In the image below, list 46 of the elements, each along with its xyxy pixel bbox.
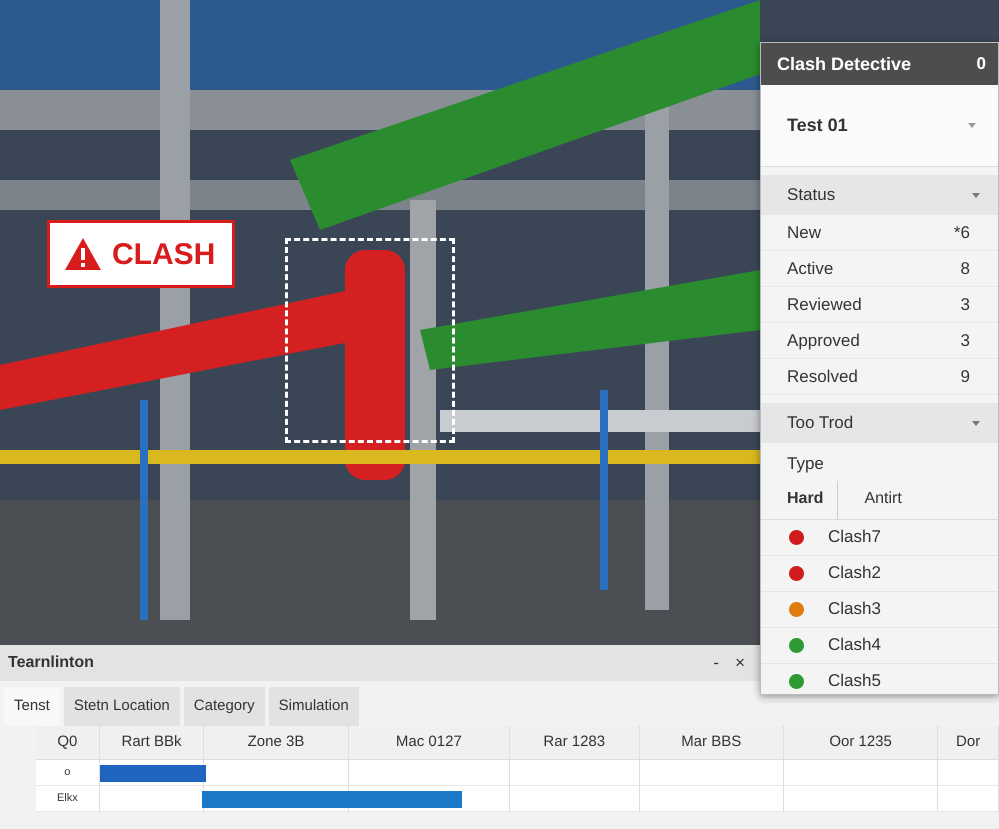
status-count: 3 (960, 330, 970, 352)
column-header: Mar BBS (640, 726, 784, 758)
row-label: Elkx (36, 786, 100, 810)
column-header: Q0 (36, 726, 100, 758)
section-title: Status (787, 184, 836, 206)
minimize-button[interactable]: - (709, 650, 724, 676)
type-tab[interactable]: Antirt (838, 480, 916, 518)
timeline-tab[interactable]: Stetn Location (64, 687, 180, 726)
caret-icon (968, 123, 976, 128)
column-header: Zone 3B (204, 726, 349, 758)
column-header: Oor 1235 (784, 726, 938, 758)
panel-title: Clash Detective (777, 52, 912, 76)
panel-button[interactable]: 0 (972, 51, 990, 77)
type-label: Type (786, 453, 825, 475)
test-dropdown[interactable]: Test 01 (761, 85, 998, 167)
timeline-tab[interactable]: Tenst (4, 687, 60, 726)
clash-item[interactable]: Clash2 (761, 556, 998, 592)
clash-item[interactable]: Clash5 (761, 664, 998, 700)
clash-item[interactable]: Clash4 (761, 628, 998, 664)
section-header[interactable]: Status (761, 175, 998, 215)
warning-icon (64, 237, 102, 271)
status-label: Reviewed (787, 294, 862, 316)
timeline-tab[interactable]: Simulation (268, 687, 359, 726)
caret-icon (972, 420, 980, 426)
section-title: Too Trod (787, 412, 854, 434)
clash-item[interactable]: Clash3 (761, 592, 998, 628)
type-tab[interactable]: Hard (761, 480, 838, 518)
column-header: Rar 1283 (510, 726, 640, 758)
status-count: 9 (960, 366, 970, 388)
timeline-tab[interactable]: Category (184, 687, 265, 726)
status-label: Approved (787, 330, 860, 352)
status-label: Active (787, 258, 834, 280)
close-button[interactable]: × (731, 650, 749, 676)
clash-warning-label: CLASH (47, 220, 235, 288)
status-label: New (787, 222, 822, 244)
panel-title: Tearnlinton (8, 653, 94, 673)
column-header: Dor (938, 726, 999, 758)
caret-icon (972, 192, 980, 198)
clash-item[interactable]: Clash7 (761, 520, 998, 556)
status-label: Resolved (787, 366, 858, 388)
status-count: *6 (954, 222, 970, 244)
status-count: 3 (960, 294, 970, 316)
column-header: Rart BBk (100, 726, 204, 758)
status-count: 8 (960, 258, 970, 280)
column-header: Mac 0127 (348, 726, 510, 758)
section-header[interactable]: Too Trod (761, 403, 998, 443)
